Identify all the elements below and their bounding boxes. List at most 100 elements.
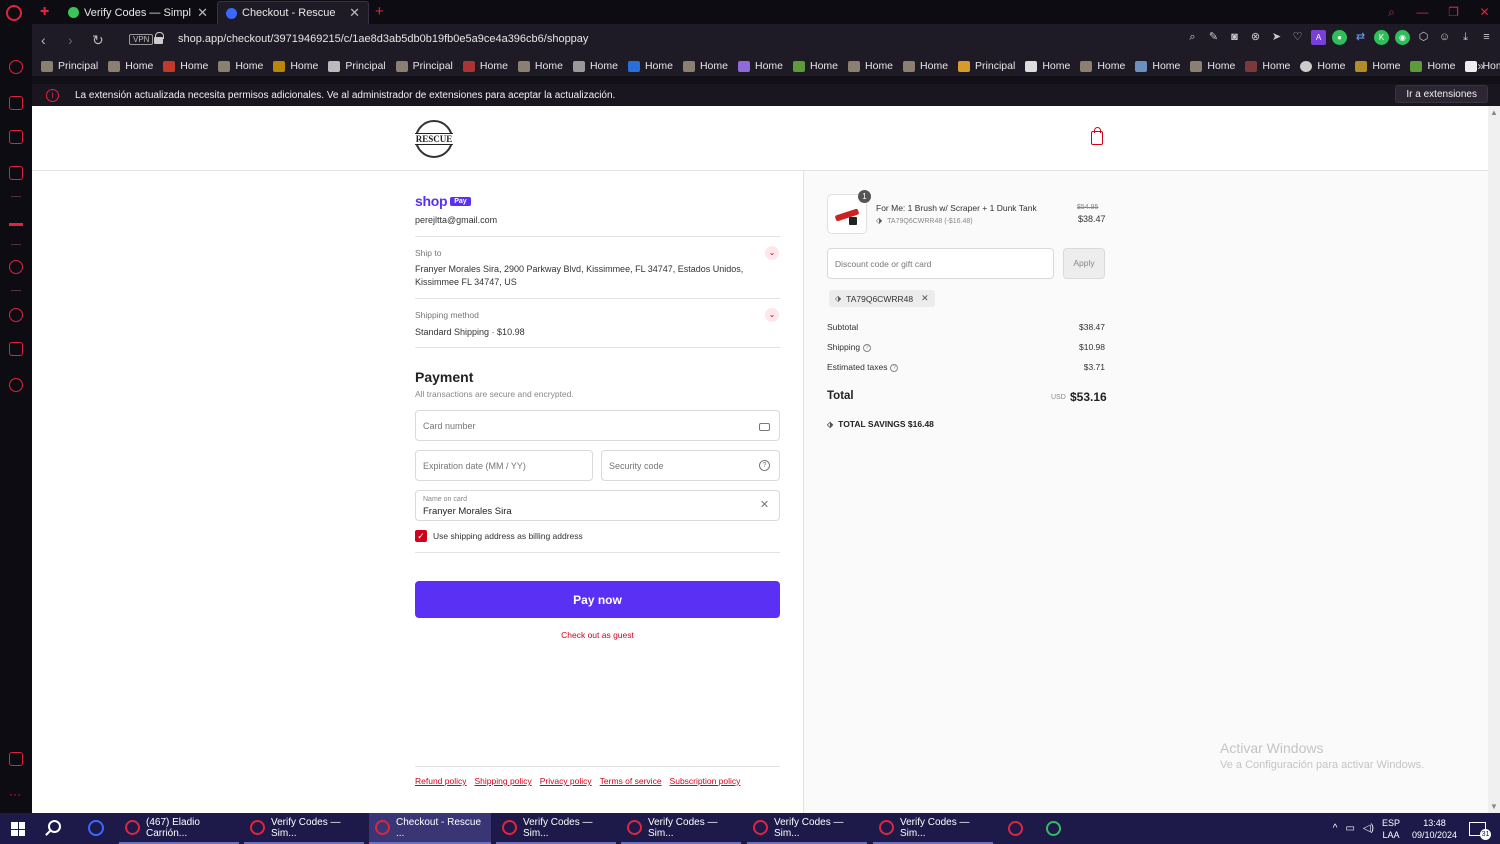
scroll-down-icon[interactable]: ▼	[1490, 802, 1498, 811]
taskbar-window[interactable]: Verify Codes — Sim...	[244, 813, 364, 844]
bookmark-item[interactable]: Principal	[958, 60, 1015, 72]
bookmark-item[interactable]: Home	[273, 60, 318, 72]
bookmark-item[interactable]: Home	[1025, 60, 1070, 72]
help-icon[interactable]: ?	[759, 460, 770, 471]
help-icon[interactable]: ?	[890, 363, 899, 372]
language-indicator[interactable]: ESP LAA	[1382, 817, 1400, 841]
volume-icon[interactable]: ◁)	[1363, 823, 1374, 834]
rescue-logo[interactable]: RESCUE	[414, 120, 454, 158]
name-on-card-field[interactable]: Name on card Franyer Morales Sira ✕	[415, 490, 780, 521]
bookmark-item[interactable]: Home	[903, 60, 948, 72]
taskbar-window[interactable]: Verify Codes — Sim...	[873, 813, 993, 844]
extensions-cube-icon[interactable]: ⬡	[1416, 30, 1431, 45]
tiktok-icon[interactable]	[9, 212, 23, 226]
windows-start-icon[interactable]	[11, 822, 25, 836]
extension-k-icon[interactable]: K	[1374, 30, 1389, 45]
close-tab-icon[interactable]: ✕	[197, 5, 208, 21]
bookmark-item[interactable]: Home	[848, 60, 893, 72]
cart-bag-icon[interactable]	[1091, 127, 1103, 145]
bookmark-item[interactable]: Home	[1080, 60, 1125, 72]
billing-checkbox-row[interactable]: ✓ Use shipping address as billing addres…	[415, 530, 583, 542]
go-to-extensions-button[interactable]: Ir a extensiones	[1395, 85, 1488, 103]
new-tab-button[interactable]: +	[375, 3, 384, 20]
restore-icon[interactable]: ❐	[1438, 5, 1469, 19]
tab-checkout-rescue[interactable]: Checkout - Rescue ✕	[217, 1, 369, 24]
chevron-down-icon[interactable]: ⌄	[765, 308, 779, 322]
pinboard-icon[interactable]	[9, 166, 23, 180]
extension-a-icon[interactable]: A	[1311, 30, 1326, 45]
extensions-icon[interactable]	[9, 342, 23, 356]
opera-gx-taskbar-icon[interactable]	[1002, 813, 1028, 844]
bookmark-item[interactable]: Home	[163, 60, 208, 72]
bookmark-item[interactable]: Home	[108, 60, 153, 72]
more-bookmarks-icon[interactable]: »	[1477, 59, 1484, 73]
profile-icon[interactable]: ☺	[1437, 30, 1452, 45]
clock[interactable]: 13:48 09/10/2024	[1412, 817, 1457, 841]
extension-circle-icon[interactable]: ◉	[1395, 30, 1410, 45]
camera-icon[interactable]: ◙	[1227, 30, 1242, 45]
checkbox-checked-icon[interactable]: ✓	[415, 530, 427, 542]
bookmark-item[interactable]: Home	[1410, 60, 1455, 72]
bookmark-item[interactable]: Home	[737, 60, 783, 72]
taskbar-window[interactable]: (467) Eladio Carrión...	[119, 813, 239, 844]
vpn-badge[interactable]: VPN	[129, 34, 154, 45]
help-icon[interactable]: ?	[863, 343, 872, 352]
easy-setup-icon[interactable]: ≡	[1479, 30, 1494, 45]
bookmark-item[interactable]: Home	[1300, 60, 1345, 72]
bookmark-item[interactable]: Home	[1245, 60, 1290, 72]
forward-icon[interactable]: ›	[68, 32, 73, 48]
bookmark-item[interactable]: Home	[1355, 60, 1400, 72]
bookmark-item[interactable]: Home	[218, 60, 263, 72]
checkout-as-guest-link[interactable]: Check out as guest	[415, 630, 780, 640]
more-icon[interactable]: ···	[9, 788, 23, 804]
send-icon[interactable]: ➤	[1269, 30, 1284, 45]
card-number-field[interactable]: Card number	[415, 410, 780, 441]
chevron-up-icon[interactable]: ^	[1333, 823, 1338, 834]
url-field[interactable]: shop.app/checkout/39719469215/c/1ae8d3ab…	[178, 33, 588, 45]
terms-of-service-link[interactable]: Terms of service	[600, 776, 662, 786]
bookmark-item[interactable]: Principal	[395, 60, 453, 72]
player-icon[interactable]	[9, 260, 23, 274]
minimize-icon[interactable]: —	[1407, 5, 1438, 19]
taskbar-window[interactable]: Verify Codes — Sim...	[496, 813, 616, 844]
tab-verify-codes[interactable]: Verify Codes — SimplyCod ✕	[60, 1, 216, 24]
search-icon[interactable]	[48, 820, 61, 833]
apply-discount-button[interactable]: Apply	[1063, 248, 1105, 279]
history-icon[interactable]	[9, 308, 23, 322]
bookmark-item[interactable]: Home	[1190, 60, 1235, 72]
download-icon[interactable]: ⤓	[1458, 30, 1473, 45]
opera-menu-icon[interactable]	[6, 5, 22, 21]
bookmark-item[interactable]: Home	[462, 60, 508, 72]
taskbar-window[interactable]: Verify Codes — Sim...	[747, 813, 867, 844]
translate-icon[interactable]: ⇄	[1353, 30, 1368, 45]
page-scrollbar[interactable]: ▲ ▼	[1488, 106, 1500, 813]
discount-code-input[interactable]: Discount code or gift card	[827, 248, 1054, 279]
chevron-down-icon[interactable]: ⌄	[765, 246, 779, 260]
billing-checkbox-label[interactable]: Use shipping address as billing address	[433, 531, 583, 541]
gamepad-icon[interactable]: ✚	[40, 5, 54, 18]
close-window-icon[interactable]: ✕	[1469, 5, 1500, 19]
clear-icon[interactable]: ✕	[759, 500, 770, 511]
scroll-up-icon[interactable]: ▲	[1490, 108, 1498, 117]
shipping-policy-link[interactable]: Shipping policy	[475, 776, 532, 786]
remove-code-icon[interactable]: ✕	[921, 293, 929, 304]
refund-policy-link[interactable]: Refund policy	[415, 776, 467, 786]
bookmark-item[interactable]: Home	[517, 60, 563, 72]
gallery-icon[interactable]	[9, 752, 23, 766]
aria-icon[interactable]	[9, 60, 23, 74]
network-icon[interactable]: ▭	[1345, 823, 1354, 834]
close-tab-icon[interactable]: ✕	[349, 5, 360, 21]
back-icon[interactable]: ‹	[41, 32, 46, 48]
block-icon[interactable]: ⊗	[1248, 30, 1263, 45]
bookmark-item[interactable]: Home	[682, 60, 728, 72]
extension-green-icon[interactable]: ●	[1332, 30, 1347, 45]
bookmark-item[interactable]: Home	[793, 60, 838, 72]
taskbar-window[interactable]: Verify Codes — Sim...	[621, 813, 741, 844]
bookmark-item[interactable]: Home	[572, 60, 618, 72]
opera-green-taskbar-icon[interactable]	[1040, 813, 1066, 844]
security-code-field[interactable]: Security code ?	[601, 450, 780, 481]
bookmark-item[interactable]: Principal	[41, 60, 98, 72]
pay-now-button[interactable]: Pay now	[415, 581, 780, 618]
expiration-date-field[interactable]: Expiration date (MM / YY)	[415, 450, 593, 481]
heart-icon[interactable]: ♡	[1290, 30, 1305, 45]
